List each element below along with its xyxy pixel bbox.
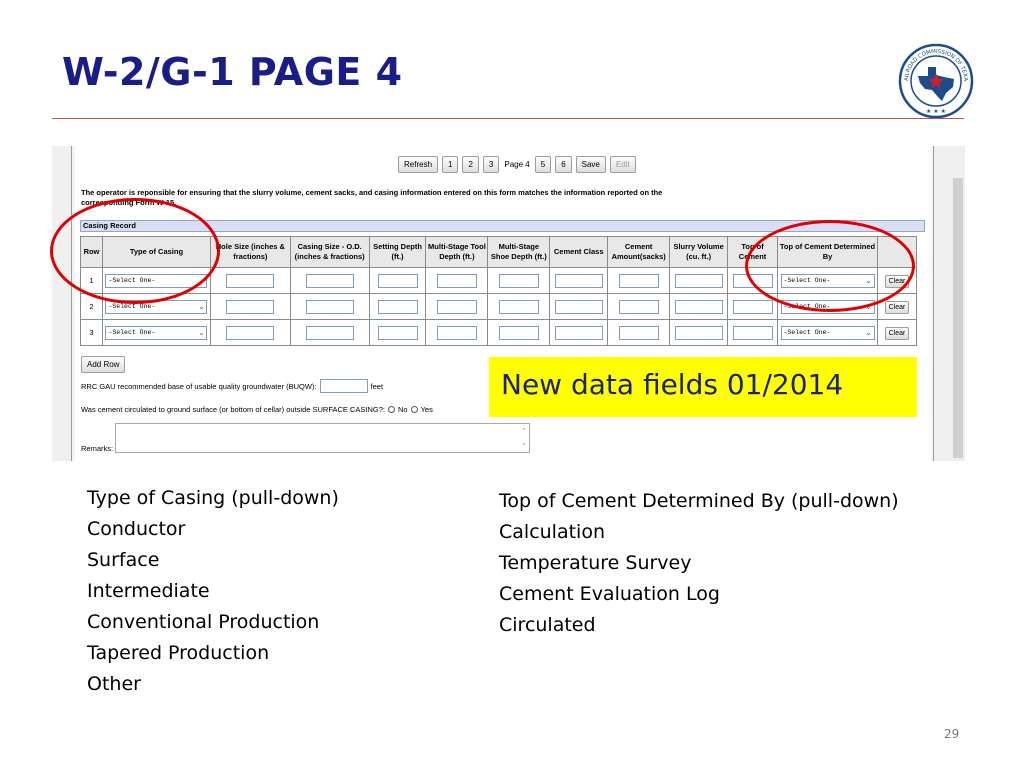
shoe-depth-input[interactable] [498, 273, 539, 288]
page-5-button[interactable]: 5 [534, 156, 552, 173]
list-heading: Type of Casing (pull-down) [87, 487, 339, 509]
chevron-down-icon: ⌄ [865, 328, 872, 337]
cement-amount-input[interactable] [618, 325, 659, 340]
highlight-circle-determined-by [745, 220, 915, 312]
page-3-button[interactable]: 3 [482, 156, 500, 173]
hole-size-input[interactable] [226, 299, 275, 314]
cement-class-input[interactable] [554, 299, 603, 314]
clear-button[interactable]: Clear [884, 301, 910, 314]
buqw-label: RRC GAU recommended base of usable quali… [81, 381, 317, 391]
list-item: Calculation [499, 521, 605, 543]
svg-text:★ ★ ★: ★ ★ ★ [926, 108, 946, 115]
list-item: Other [87, 673, 141, 695]
casing-size-input[interactable] [305, 273, 354, 288]
page-1-button[interactable]: 1 [442, 156, 459, 173]
casing-size-input[interactable] [305, 299, 354, 314]
clear-button[interactable]: Clear [884, 327, 910, 340]
slurry-volume-input[interactable] [674, 325, 723, 340]
column-header: Cement Amount(sacks) [607, 236, 671, 268]
highlight-circle-type-of-casing [50, 198, 220, 304]
no-radio[interactable] [388, 406, 396, 413]
column-header: Slurry Volume (cu. ft.) [669, 236, 729, 268]
setting-depth-input[interactable] [377, 325, 418, 340]
tool-depth-input[interactable] [436, 273, 477, 288]
buqw-unit: feet [370, 381, 384, 391]
chevron-down-icon: ⌄ [198, 328, 205, 337]
no-label: No [398, 405, 408, 414]
column-header: Multi-Stage Tool Depth (ft.) [425, 236, 489, 268]
scroll-arrows-icon: ⌃ ⌄ [521, 427, 528, 447]
hole-size-input[interactable] [226, 325, 275, 340]
list-item: Surface [87, 549, 160, 571]
remarks-row: Remarks: ⌃ ⌄ [81, 423, 531, 453]
top-of-cement-input[interactable] [732, 299, 773, 314]
list-item: Conventional Production [87, 611, 320, 633]
current-page-label: Page 4 [504, 160, 530, 169]
tool-depth-input[interactable] [436, 325, 477, 340]
buqw-row: RRC GAU recommended base of usable quali… [81, 379, 383, 393]
casing-type-select[interactable]: -Select One- ⌄ [105, 325, 208, 340]
row-number: 3 [80, 319, 103, 346]
slurry-volume-input[interactable] [674, 299, 723, 314]
top-of-cement-input[interactable] [732, 325, 773, 340]
list-item: Circulated [499, 614, 596, 636]
tool-depth-input[interactable] [436, 299, 477, 314]
circulated-question: Was cement circulated to ground surface … [81, 405, 433, 414]
new-fields-callout: New data fields 01/2014 [489, 357, 917, 417]
casing-size-input[interactable] [305, 325, 354, 340]
page-number: 29 [944, 727, 960, 741]
remarks-textarea[interactable]: ⌃ ⌄ [115, 423, 531, 453]
cement-class-input[interactable] [554, 273, 603, 288]
shoe-depth-input[interactable] [498, 325, 539, 340]
column-header: Casing Size - O.D. (inches & fractions) [289, 236, 370, 268]
setting-depth-input[interactable] [377, 273, 418, 288]
chevron-down-icon: ⌄ [198, 302, 205, 311]
shoe-depth-input[interactable] [498, 299, 539, 314]
column-header: Multi-Stage Shoe Depth (ft.) [487, 236, 551, 268]
column-header: Setting Depth (ft.) [368, 236, 427, 268]
page-2-button[interactable]: 2 [462, 156, 479, 173]
remarks-label: Remarks: [81, 444, 114, 453]
slide-title: W-2/G-1 PAGE 4 [62, 50, 403, 94]
list-item: Cement Evaluation Log [499, 583, 720, 605]
circulated-label: Was cement circulated to ground surface … [81, 405, 386, 414]
column-header: Cement Class [549, 236, 609, 268]
column-header: Hole Size (inches & fractions) [209, 236, 291, 268]
refresh-button[interactable]: Refresh [398, 156, 439, 173]
save-button[interactable]: Save [575, 156, 606, 173]
cement-amount-input[interactable] [618, 299, 659, 314]
type-of-casing-list: Type of Casing (pull-down) Conductor Sur… [87, 483, 339, 700]
add-row-button[interactable]: Add Row [81, 356, 126, 373]
determined-by-list: Top of Cement Determined By (pull-down) … [499, 486, 899, 641]
railroad-commission-seal-icon: ★ ★ ★ RAILROAD COMMISSION OF TEXAS [898, 43, 974, 119]
yes-label: Yes [420, 405, 433, 414]
scrollbar[interactable] [953, 178, 963, 458]
list-item: Intermediate [87, 580, 210, 602]
page-toolbar: Refresh 1 2 3 Page 4 5 6 Save Edit [398, 156, 636, 173]
table-row: 3 -Select One- ⌄ -Select One- ⌄ Clear [80, 319, 918, 346]
yes-radio[interactable] [410, 406, 418, 413]
list-item: Temperature Survey [499, 552, 692, 574]
edit-button[interactable]: Edit [609, 156, 636, 173]
page-6-button[interactable]: 6 [555, 156, 572, 173]
title-divider [52, 118, 964, 119]
list-item: Conductor [87, 518, 186, 540]
determined-by-select[interactable]: -Select One- ⌄ [780, 325, 875, 340]
cement-amount-input[interactable] [618, 273, 659, 288]
buqw-input[interactable] [319, 379, 368, 393]
list-item: Tapered Production [87, 642, 270, 664]
slurry-volume-input[interactable] [674, 273, 723, 288]
setting-depth-input[interactable] [377, 299, 418, 314]
list-heading: Top of Cement Determined By (pull-down) [499, 490, 899, 512]
cement-class-input[interactable] [554, 325, 603, 340]
hole-size-input[interactable] [226, 273, 275, 288]
